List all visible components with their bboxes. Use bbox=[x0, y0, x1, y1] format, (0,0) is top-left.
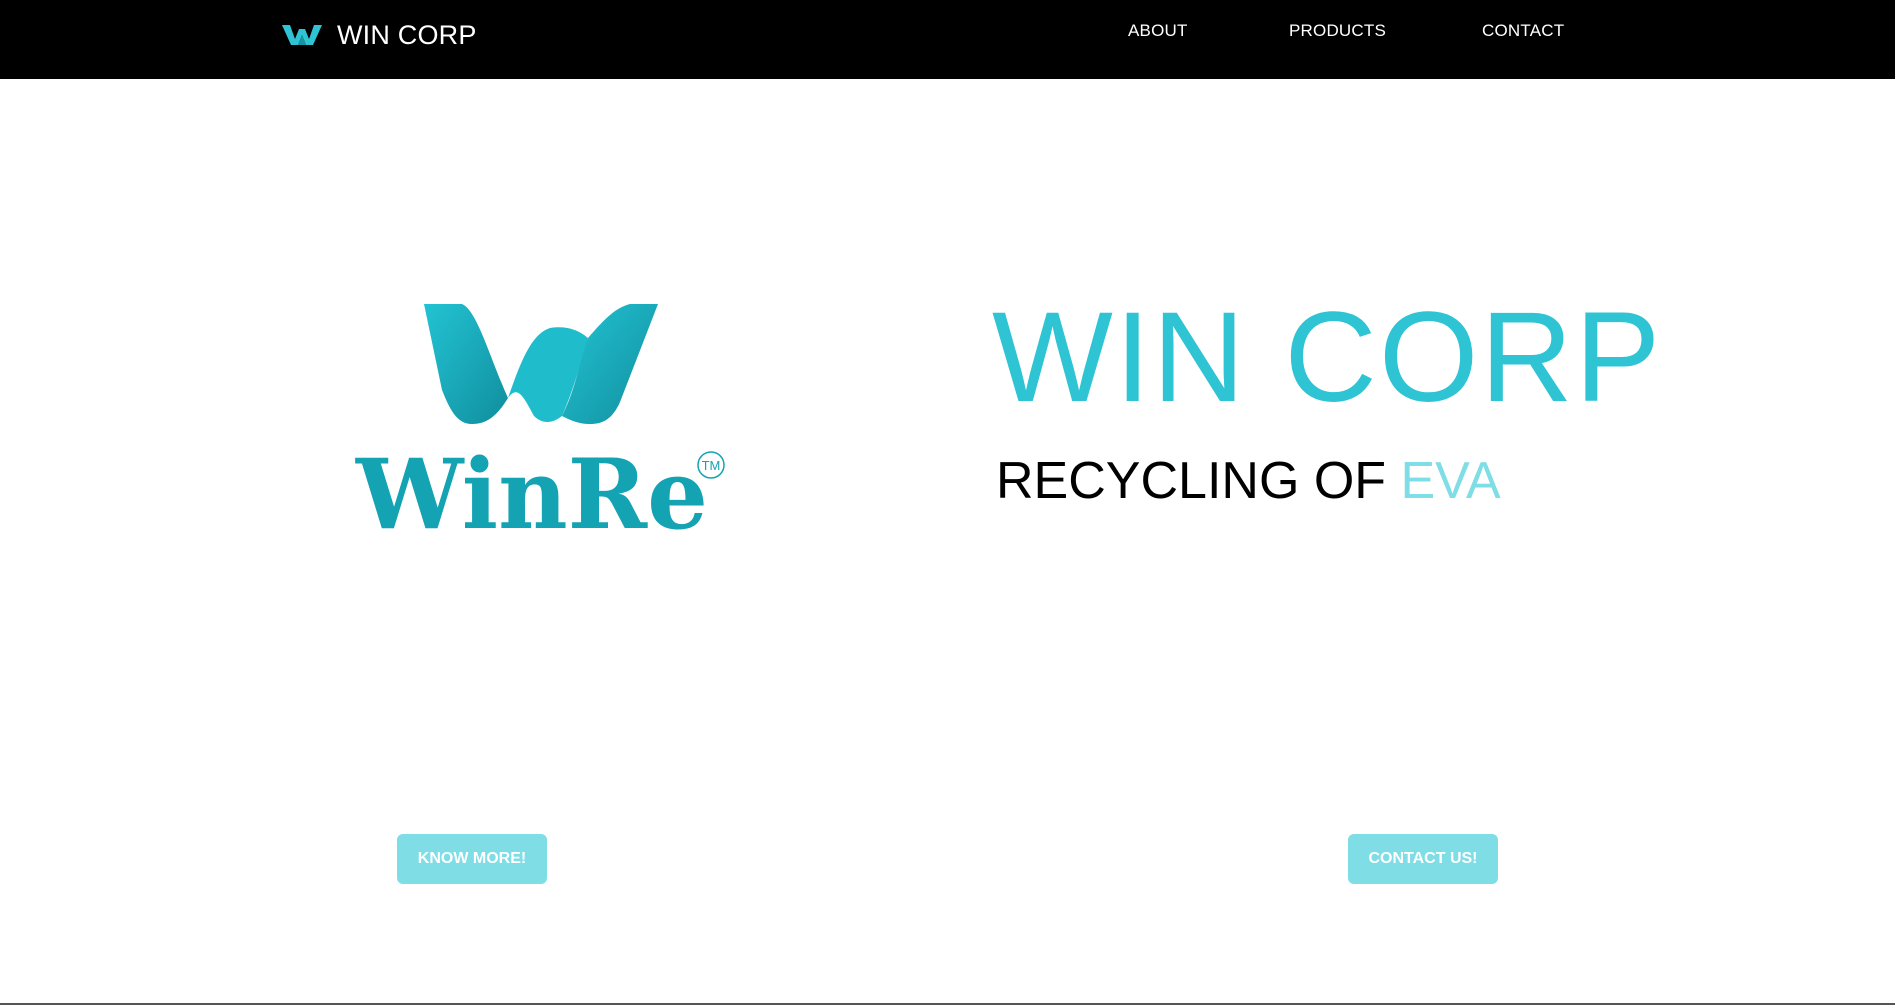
top-navbar: WIN CORP ABOUT PRODUCTS CONTACT bbox=[0, 0, 1895, 79]
brand-name: WIN CORP bbox=[337, 19, 477, 50]
hero-title: WIN CORP bbox=[992, 286, 1663, 429]
nav-products[interactable]: PRODUCTS bbox=[1289, 21, 1386, 41]
nav-contact[interactable]: CONTACT bbox=[1482, 21, 1564, 41]
winre-wordmark: WinRe bbox=[355, 438, 708, 538]
hero-subtitle: RECYCLING OF EVA bbox=[996, 451, 1501, 511]
w-logo-icon bbox=[282, 25, 322, 45]
hero-subtitle-text: RECYCLING OF bbox=[996, 452, 1401, 510]
hero-subtitle-accent: EVA bbox=[1400, 452, 1501, 510]
brand-link[interactable]: WIN CORP bbox=[281, 18, 477, 52]
trademark-mark: TM bbox=[702, 458, 721, 473]
winre-logo: WinRe TM bbox=[355, 304, 725, 538]
nav-about[interactable]: ABOUT bbox=[1128, 21, 1188, 41]
winre-w-mark bbox=[424, 304, 658, 424]
contact-us-button[interactable]: CONTACT US! bbox=[1348, 834, 1498, 884]
know-more-button[interactable]: KNOW MORE! bbox=[397, 834, 547, 884]
